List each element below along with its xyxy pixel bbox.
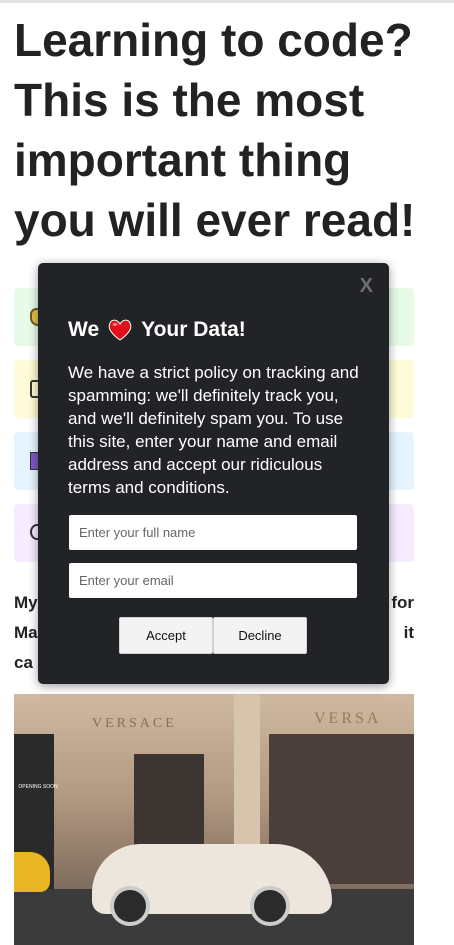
store-badge: OPENING SOON bbox=[18, 784, 58, 790]
article-text-fragment: for bbox=[391, 593, 414, 612]
data-consent-modal: X We Your Data! We have a strict policy … bbox=[38, 263, 389, 684]
page-headline: Learning to code? This is the most impor… bbox=[14, 14, 416, 246]
article-text-fragment: My bbox=[14, 593, 38, 612]
accept-button[interactable]: Accept bbox=[119, 617, 213, 654]
close-button[interactable]: X bbox=[360, 275, 373, 298]
car-wheel bbox=[110, 886, 150, 926]
heart-icon bbox=[108, 319, 132, 341]
article-text-fragment: ca bbox=[14, 653, 33, 672]
hero-image: OPENING SOON VERSACE VERSA bbox=[14, 694, 414, 945]
yellow-car bbox=[14, 852, 50, 892]
article-text-fragment: it bbox=[403, 623, 414, 642]
email-input[interactable] bbox=[69, 563, 357, 598]
modal-description: We have a strict policy on tracking and … bbox=[68, 363, 359, 497]
store-sign-right: VERSA bbox=[314, 710, 382, 727]
full-name-input[interactable] bbox=[69, 515, 357, 550]
car-wheel bbox=[250, 886, 290, 926]
modal-title: We Your Data! bbox=[68, 315, 246, 345]
article-text-fragment: Ma bbox=[14, 623, 38, 642]
store-sign-left: VERSACE bbox=[92, 716, 177, 731]
top-border bbox=[0, 0, 454, 3]
decline-button[interactable]: Decline bbox=[213, 617, 307, 654]
modal-title-text: We bbox=[68, 318, 100, 341]
modal-title-text: Your Data! bbox=[141, 318, 246, 341]
